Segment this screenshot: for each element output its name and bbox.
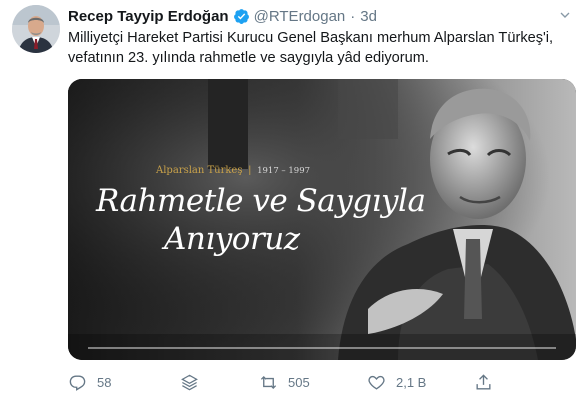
media-caption: Alparslan Türkeş | 1917 – 1997: [156, 165, 310, 176]
tweet-media-video[interactable]: Alparslan Türkeş | 1917 – 1997 Rahmetle …: [68, 79, 576, 360]
reply-button[interactable]: 58: [68, 371, 111, 393]
tweet-header: Recep Tayyip Erdoğan @RTErdogan · 3d: [68, 6, 377, 26]
like-icon: [368, 375, 385, 390]
stack-icon: [181, 374, 198, 390]
share-icon: [476, 373, 491, 390]
separator-dot: ·: [350, 7, 356, 25]
share-button[interactable]: [474, 371, 493, 393]
tweet-actions: 58 505 2,1 B: [68, 371, 518, 393]
like-button[interactable]: 2,1 B: [367, 371, 426, 393]
author-name[interactable]: Recep Tayyip Erdoğan: [68, 8, 229, 25]
tweet-text-line: vefatının 23. yılında rahmetle ve saygıy…: [68, 50, 429, 66]
reply-count: 58: [97, 374, 112, 390]
retweet-count: 505: [288, 374, 310, 390]
tweet[interactable]: Recep Tayyip Erdoğan @RTErdogan · 3d Mil…: [0, 0, 587, 402]
verified-badge-icon: [233, 8, 250, 25]
like-count: 2,1 B: [396, 374, 427, 390]
tweet-time[interactable]: 3d: [360, 8, 377, 25]
retweet-icon: [260, 375, 277, 389]
tweet-text: Milliyetçi Hareket Partisi Kurucu Genel …: [68, 28, 578, 68]
tweet-text-line: Milliyetçi Hareket Partisi Kurucu Genel …: [68, 30, 554, 46]
video-progress-bar[interactable]: [88, 347, 556, 349]
retweet-button[interactable]: 505: [259, 371, 310, 393]
avatar[interactable]: [12, 5, 60, 53]
memorial-photo: [68, 79, 576, 360]
script-headline-line2: Anıyoruz: [164, 221, 300, 257]
reply-icon: [69, 374, 86, 391]
caption-years: 1917 – 1997: [257, 166, 311, 176]
caption-name: Alparslan Türkeş: [156, 165, 243, 176]
author-handle[interactable]: @RTErdogan: [254, 8, 346, 25]
script-headline-line1: Rahmetle ve Saygıyla: [96, 183, 426, 219]
stack-button[interactable]: [180, 371, 199, 393]
more-icon[interactable]: [555, 5, 575, 25]
caption-separator: |: [248, 165, 252, 176]
